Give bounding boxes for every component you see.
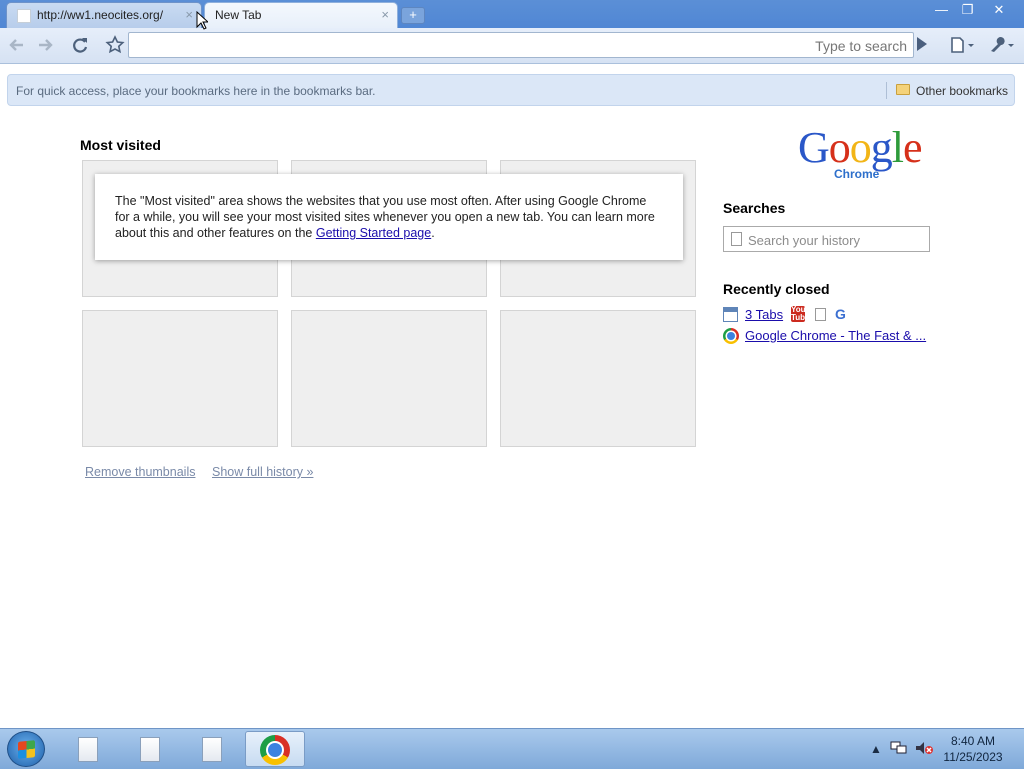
- bookmarks-bar-hint: For quick access, place your bookmarks h…: [16, 84, 376, 98]
- wrench-icon[interactable]: [986, 34, 1018, 56]
- page-menu-icon[interactable]: [948, 34, 978, 56]
- back-arrow-icon[interactable]: [6, 34, 28, 56]
- new-tab-button[interactable]: +: [401, 7, 425, 24]
- taskbar-chrome-button[interactable]: [245, 731, 305, 767]
- show-hidden-icons-arrow[interactable]: ▲: [870, 742, 882, 756]
- document-icon: [202, 737, 222, 762]
- forward-arrow-icon[interactable]: [34, 34, 56, 56]
- reload-icon[interactable]: [69, 34, 91, 56]
- show-full-history-link[interactable]: Show full history »: [212, 465, 313, 479]
- page-icon: [731, 232, 742, 246]
- most-visited-thumbnail[interactable]: [500, 310, 696, 447]
- system-clock[interactable]: 8:40 AM 11/25/2023: [938, 733, 1008, 765]
- minimize-button[interactable]: —: [928, 1, 955, 19]
- recently-closed-heading: Recently closed: [723, 281, 830, 297]
- remove-thumbnails-link[interactable]: Remove thumbnails: [85, 465, 195, 479]
- window-icon: [723, 307, 738, 322]
- history-search-field[interactable]: [723, 226, 930, 252]
- bookmarks-bar: For quick access, place your bookmarks h…: [7, 74, 1015, 106]
- tab-title: http://ww1.neocites.org/: [37, 8, 164, 22]
- maximize-button[interactable]: ❐: [954, 1, 981, 19]
- omnibox[interactable]: Type to search: [128, 32, 914, 58]
- tab-neocites[interactable]: http://ww1.neocites.org/ ×: [6, 2, 202, 28]
- recently-closed-link[interactable]: Google Chrome - The Fast & ...: [745, 328, 926, 343]
- close-window-button[interactable]: ✕: [985, 1, 1013, 19]
- clock-time: 8:40 AM: [950, 734, 996, 748]
- tab-close-icon[interactable]: ×: [381, 7, 389, 22]
- other-bookmarks-button[interactable]: Other bookmarks: [916, 84, 1008, 98]
- getting-started-link[interactable]: Getting Started page: [316, 226, 431, 240]
- logo-chrome-label: Chrome: [834, 167, 880, 181]
- windows-logo-icon: [18, 740, 35, 759]
- most-visited-thumbnail[interactable]: [291, 310, 487, 447]
- folder-icon[interactable]: [896, 84, 910, 95]
- taskbar-app-button[interactable]: [60, 731, 116, 767]
- browser-toolbar: Type to search: [0, 28, 1024, 64]
- network-icon[interactable]: [890, 740, 908, 759]
- most-visited-info-box: The "Most visited" area shows the websit…: [95, 174, 683, 260]
- taskbar-app-button[interactable]: [184, 731, 240, 767]
- history-search-input[interactable]: [746, 230, 928, 250]
- chrome-icon: [260, 735, 290, 765]
- most-visited-thumbnail[interactable]: [82, 310, 278, 447]
- star-icon[interactable]: [104, 34, 126, 56]
- page-favicon-icon: [17, 9, 31, 23]
- clock-date: 11/25/2023: [943, 750, 1003, 764]
- recently-closed-item[interactable]: 3 Tabs You Tube G: [723, 305, 863, 325]
- taskbar-app-button[interactable]: [122, 731, 178, 767]
- windows-taskbar: ▲ 8:40 AM 11/25/2023: [0, 728, 1024, 769]
- recently-closed-link[interactable]: 3 Tabs: [745, 307, 783, 322]
- tab-title: New Tab: [215, 8, 262, 22]
- document-icon: [78, 737, 98, 762]
- tab-close-icon[interactable]: ×: [185, 7, 193, 22]
- omnibox-placeholder: Type to search: [815, 38, 907, 54]
- google-chrome-logo: Google: [798, 123, 923, 172]
- bookmarks-separator: [886, 82, 887, 99]
- page-icon: [815, 308, 826, 321]
- volume-muted-icon[interactable]: [914, 740, 934, 759]
- go-icon[interactable]: [917, 37, 927, 51]
- youtube-icon: You Tube: [791, 305, 810, 322]
- mouse-cursor-icon: [196, 11, 208, 30]
- tab-new-tab[interactable]: New Tab ×: [204, 2, 398, 28]
- start-button[interactable]: [7, 731, 45, 767]
- document-icon: [140, 737, 160, 762]
- chrome-icon: [723, 328, 739, 344]
- google-icon: G: [835, 306, 846, 322]
- searches-heading: Searches: [723, 200, 786, 216]
- info-text-end: .: [431, 226, 435, 240]
- most-visited-heading: Most visited: [80, 137, 161, 153]
- recently-closed-item[interactable]: Google Chrome - The Fast & ...: [723, 327, 933, 345]
- tab-strip: http://ww1.neocites.org/ × New Tab × + —…: [0, 0, 1024, 30]
